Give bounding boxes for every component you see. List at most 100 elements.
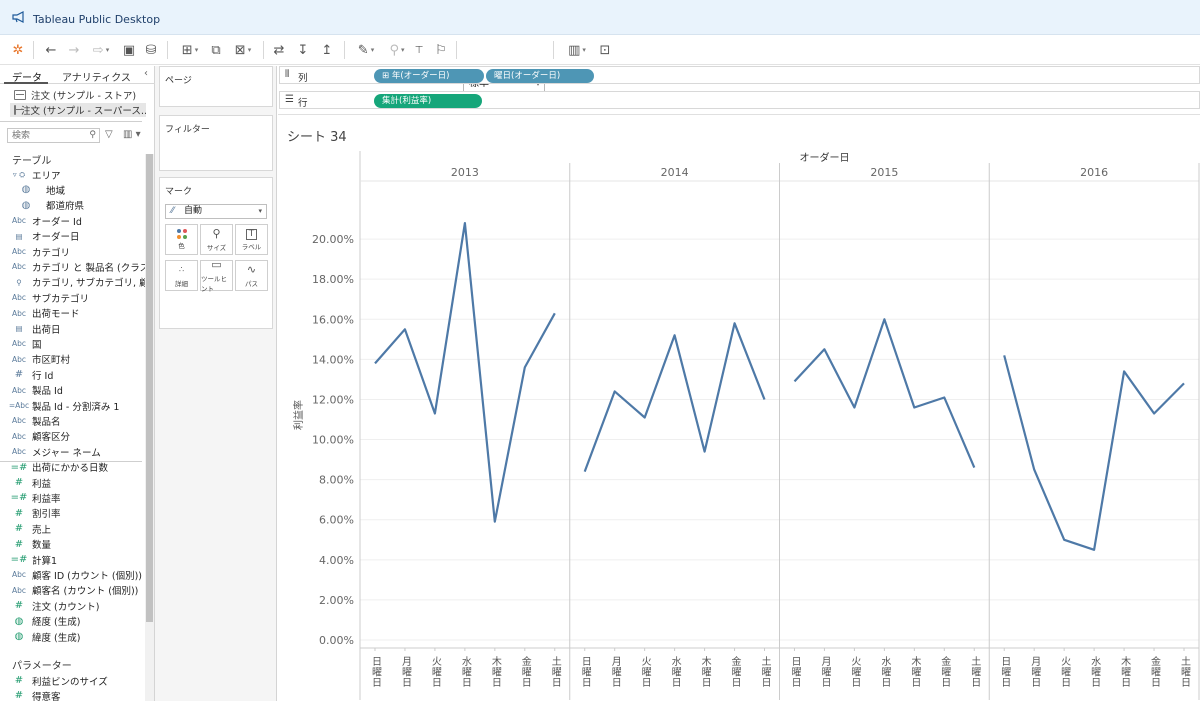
field-item[interactable]: Abc カテゴリ と 製品名 (クラス… <box>6 259 146 274</box>
rows-shelf-label: 行 <box>298 98 308 109</box>
field-item[interactable]: Abc メジャー ネーム <box>6 444 146 459</box>
tableau-logo-icon[interactable]: ✲ <box>9 41 27 59</box>
field-item[interactable]: # 利益 <box>6 475 146 490</box>
redo-icon[interactable]: → <box>65 41 83 59</box>
x-tick-label: 火曜日 <box>639 656 651 688</box>
field-type-icon: =# <box>10 554 28 565</box>
undo-icon[interactable]: ← <box>42 41 60 59</box>
field-item[interactable]: Abc 顧客名 (カウント (個別)) <box>6 583 146 598</box>
show-mark-labels-icon[interactable]: ⊤ <box>411 41 427 59</box>
field-item[interactable]: # 注文 (カウント) <box>6 598 146 613</box>
field-item[interactable]: # 割引率 <box>6 506 146 521</box>
show-cards-icon[interactable]: ▥ ▾ <box>563 41 591 59</box>
sort-descending-icon[interactable]: ↥ <box>318 41 336 59</box>
sort-ascending-icon[interactable]: ↧ <box>294 41 312 59</box>
rows-shelf[interactable]: ☰ 行 集計(利益率) <box>279 91 1200 109</box>
x-tick-label: 木曜日 <box>909 656 921 688</box>
search-input[interactable] <box>8 129 86 142</box>
label-button[interactable]: T ラベル <box>235 224 268 255</box>
field-item[interactable]: =# 出荷にかかる日数 <box>6 460 146 475</box>
field-item[interactable]: Abc 製品 Id <box>6 383 146 398</box>
presentation-mode-icon[interactable]: ⊡ <box>596 41 614 59</box>
field-item[interactable]: ▤ オーダー日 <box>6 229 146 244</box>
field-item[interactable]: Abc 市区町村 <box>6 352 146 367</box>
line-chart[interactable]: オーダー日利益率 0.00% 2.00% 4.00% 6.00% 8.00% 10.00% 1… <box>278 115 1200 701</box>
view-options-icon[interactable]: ▥ ▾ <box>123 129 141 140</box>
path-button[interactable]: ∿ パス <box>235 260 268 291</box>
detail-button[interactable]: ∴ 詳細 <box>165 260 198 291</box>
field-item[interactable]: Abc 顧客 ID (カウント (個別)) <box>6 567 146 582</box>
group-members-icon[interactable]: ⚲ ▾ <box>383 41 411 59</box>
highlight-icon[interactable]: ✎ ▾ <box>352 41 380 59</box>
parameter-item[interactable]: # 得意客 <box>6 688 146 701</box>
field-item[interactable]: =Abc 製品 Id - 分割済み 1 <box>6 398 146 413</box>
new-datasource-icon[interactable]: ⛁ <box>142 41 160 59</box>
parameter-item[interactable]: # 利益ビンのサイズ <box>6 673 146 688</box>
field-name: 利益率 <box>32 493 61 505</box>
field-item[interactable]: Abc 国 <box>6 336 146 351</box>
x-tick-label: 月曜日 <box>399 656 411 688</box>
column-pill-weekday[interactable]: 曜日(オーダー日) <box>486 69 594 83</box>
y-tick-label: 4.00% <box>319 554 354 567</box>
replace-data-icon[interactable]: ⇨ ▾ <box>88 41 114 59</box>
mark-type-select[interactable]: ⁄⁄ 自動 ▾ <box>165 204 267 219</box>
field-type-icon: ◍ <box>14 615 24 627</box>
field-item[interactable]: ▤ 出荷日 <box>6 321 146 336</box>
pages-card-title: ページ <box>165 76 192 86</box>
x-tick-label: 金曜日 <box>1149 655 1161 688</box>
field-item[interactable]: ◍ 緯度 (生成) <box>6 629 146 644</box>
tab-analytics[interactable]: アナリティクス <box>62 69 131 84</box>
field-item[interactable]: # 売上 <box>6 521 146 536</box>
field-type-icon: =# <box>10 461 28 473</box>
column-pill-year[interactable]: ⊞ 年(オーダー日) <box>374 69 484 83</box>
columns-shelf[interactable]: ⫴ 列 ⊞ 年(オーダー日) 曜日(オーダー日) <box>279 66 1200 84</box>
field-item[interactable]: =# 利益率 <box>6 490 146 505</box>
filters-card[interactable]: フィルター <box>159 115 273 171</box>
data-pane-scrollbar[interactable]: ▾ <box>145 154 154 701</box>
field-item[interactable]: =# 計算1 <box>6 552 146 567</box>
pages-card[interactable]: ページ <box>159 66 273 107</box>
field-item[interactable]: Abc オーダー Id <box>6 213 146 228</box>
filter-icon[interactable]: ▽ <box>105 129 113 140</box>
marks-card-title: マーク <box>165 187 193 197</box>
field-item[interactable]: # 数量 <box>6 537 146 552</box>
field-item[interactable]: Abc サブカテゴリ <box>6 290 146 305</box>
field-item[interactable]: ⚲ カテゴリ, サブカテゴリ, 顧… <box>6 275 146 290</box>
field-item[interactable]: ◍ 地域 <box>6 182 146 197</box>
new-sheet-icon[interactable]: ⊞ ▾ <box>176 41 204 59</box>
color-button[interactable]: 色 <box>165 224 198 255</box>
datasource-item[interactable]: 注文 (サンプル - ストア) <box>14 88 146 102</box>
row-pill-profit-ratio[interactable]: 集計(利益率) <box>374 94 482 108</box>
field-type-icon: Abc <box>11 247 26 256</box>
field-item[interactable]: Abc カテゴリ <box>6 244 146 259</box>
collapse-pane-icon[interactable]: ‹ <box>144 68 148 79</box>
field-name: 地域 <box>46 185 66 197</box>
save-icon[interactable]: ▣ <box>120 41 138 59</box>
field-item[interactable]: # 行 Id <box>6 367 146 382</box>
field-name: 行 Id <box>32 370 54 382</box>
field-type-icon: # <box>14 507 24 519</box>
field-item[interactable]: Abc 出荷モード <box>6 306 146 321</box>
datasource-item[interactable]: 注文 (サンプル - スーパース… <box>10 103 146 117</box>
field-name: 国 <box>32 339 42 351</box>
y-tick-label: 2.00% <box>319 594 354 607</box>
swap-rows-columns-icon[interactable]: ⇄ <box>270 41 288 59</box>
y-tick-label: 6.00% <box>319 514 354 527</box>
duplicate-sheet-icon[interactable]: ⧉ <box>207 41 225 59</box>
field-item[interactable]: Abc 顧客区分 <box>6 429 146 444</box>
field-item[interactable]: ◍ 都道府県 <box>6 198 146 213</box>
field-item[interactable]: ▿ ⛭ エリア <box>6 167 146 182</box>
field-item[interactable]: Abc 製品名 <box>6 413 146 428</box>
y-tick-label: 18.00% <box>312 273 354 286</box>
size-button[interactable]: ⚲ サイズ <box>200 224 233 255</box>
pin-axes-icon[interactable]: ⚐ <box>432 41 450 59</box>
tooltip-button[interactable]: ▭ ツールヒント <box>200 258 233 293</box>
tables-header: テーブル <box>12 156 52 167</box>
field-item[interactable]: ◍ 経度 (生成) <box>6 614 146 629</box>
field-type-icon: Abc <box>11 354 26 364</box>
field-name: カテゴリ <box>32 247 71 259</box>
clear-sheet-icon[interactable]: ⊠ ▾ <box>229 41 257 59</box>
filters-card-title: フィルター <box>165 125 210 135</box>
x-tick-label: 火曜日 <box>1059 656 1071 688</box>
field-type-icon: Abc <box>11 293 26 303</box>
